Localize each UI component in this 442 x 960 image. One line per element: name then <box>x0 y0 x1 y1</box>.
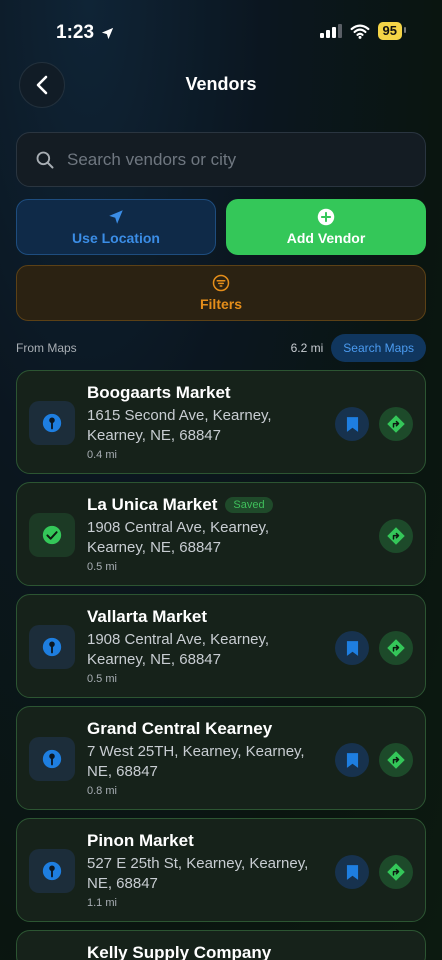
section-header: From Maps 6.2 mi Search Maps <box>16 334 426 362</box>
directions-button[interactable] <box>379 743 413 777</box>
vendor-card[interactable]: Pinon Market 527 E 25th St, Kearney, Kea… <box>16 818 426 922</box>
vendor-name: Boogaarts Market <box>87 383 231 402</box>
location-arrow-icon <box>109 210 123 224</box>
vendor-address: 7 West 25TH, Kearney, Kearney, NE, 68847 <box>87 743 305 780</box>
bookmark-button[interactable] <box>335 743 369 777</box>
vendor-actions <box>379 519 413 553</box>
vendor-actions <box>335 631 413 665</box>
vendor-distance: 0.8 mi <box>87 785 117 797</box>
vendor-address: 1908 Central Ave, Kearney, Kearney, NE, … <box>87 519 270 556</box>
cellular-signal-icon <box>319 24 342 38</box>
map-pin-icon <box>42 749 62 769</box>
directions-icon <box>387 527 405 545</box>
filter-icon <box>212 274 230 292</box>
vendor-pin <box>29 849 75 893</box>
vendor-address: 527 E 25th St, Kearney, Kearney, NE, 688… <box>87 855 309 892</box>
vendor-name: La Unica Market <box>87 495 218 514</box>
vendor-distance: 0.4 mi <box>87 449 117 461</box>
vendor-info: Vallarta Market 1908 Central Ave, Kearne… <box>87 607 325 685</box>
vendor-list: Boogaarts Market 1615 Second Ave, Kearne… <box>16 370 426 960</box>
vendor-name-row: Vallarta Market <box>87 607 325 627</box>
vendor-name-row: Grand Central Kearney <box>87 719 325 739</box>
directions-icon <box>387 415 405 433</box>
bookmark-icon <box>346 640 358 656</box>
bookmark-icon <box>346 416 358 432</box>
add-vendor-button[interactable]: Add Vendor <box>226 199 426 255</box>
directions-button[interactable] <box>379 855 413 889</box>
map-pin-icon <box>42 413 62 433</box>
vendor-name: Vallarta Market <box>87 607 208 626</box>
saved-badge: Saved <box>225 497 273 513</box>
vendor-info: Pinon Market 527 E 25th St, Kearney, Kea… <box>87 831 325 909</box>
directions-button[interactable] <box>379 519 413 553</box>
vendor-distance: 0.5 mi <box>87 561 117 573</box>
vendor-name-row: Kelly Supply Company <box>87 943 325 960</box>
vendor-info: Boogaarts Market 1615 Second Ave, Kearne… <box>87 383 325 461</box>
search-icon <box>36 151 54 168</box>
vendor-distance: 0.5 mi <box>87 673 117 685</box>
vendor-name-row: Pinon Market <box>87 831 325 851</box>
status-bar: 1:23 95 <box>0 0 442 60</box>
directions-icon <box>387 639 405 657</box>
vendor-address: 1908 Central Ave, Kearney, Kearney, NE, … <box>87 631 270 668</box>
vendor-info: Kelly Supply Company <box>87 943 325 960</box>
vendor-name-row: Boogaarts Market <box>87 383 325 403</box>
vendor-card[interactable]: Boogaarts Market 1615 Second Ave, Kearne… <box>16 370 426 474</box>
directions-icon <box>387 863 405 881</box>
status-indicators: 95 <box>319 22 407 40</box>
vendor-address: 1615 Second Ave, Kearney, Kearney, NE, 6… <box>87 407 272 444</box>
plus-circle-icon <box>317 208 335 226</box>
use-location-button[interactable]: Use Location <box>16 199 216 255</box>
vendor-name: Pinon Market <box>87 831 194 850</box>
vendor-actions <box>335 407 413 441</box>
directions-icon <box>387 751 405 769</box>
vendor-info: Grand Central Kearney 7 West 25TH, Kearn… <box>87 719 325 797</box>
vendor-actions <box>335 743 413 777</box>
vendor-info: La Unica Market Saved 1908 Central Ave, … <box>87 495 325 573</box>
time-text: 1:23 <box>56 22 95 43</box>
bookmark-button[interactable] <box>335 631 369 665</box>
search-radius: 6.2 mi <box>290 341 324 355</box>
add-vendor-label: Add Vendor <box>286 230 366 246</box>
nav-bar: Vendors <box>0 62 442 108</box>
map-pin-icon <box>42 637 62 657</box>
vendor-card[interactable]: La Unica Market Saved 1908 Central Ave, … <box>16 482 426 586</box>
vendor-card[interactable]: Grand Central Kearney 7 West 25TH, Kearn… <box>16 706 426 810</box>
search-bar[interactable] <box>16 132 426 187</box>
vendor-actions <box>335 855 413 889</box>
filters-label: Filters <box>199 296 242 312</box>
vendor-name-row: La Unica Market Saved <box>87 495 325 515</box>
status-time: 1:23 <box>56 22 115 44</box>
use-location-label: Use Location <box>72 230 160 246</box>
search-input[interactable] <box>67 149 425 170</box>
check-circle-icon <box>42 525 62 545</box>
section-label: From Maps <box>16 341 77 355</box>
map-pin-icon <box>42 861 62 881</box>
vendor-pin <box>29 737 75 781</box>
filters-button[interactable]: Filters <box>16 265 426 321</box>
vendor-card[interactable]: Kelly Supply Company <box>16 930 426 960</box>
vendor-saved-indicator <box>29 513 75 557</box>
vendor-name: Grand Central Kearney <box>87 719 273 738</box>
directions-button[interactable] <box>379 631 413 665</box>
search-maps-button[interactable]: Search Maps <box>331 334 426 362</box>
wifi-icon <box>350 24 369 39</box>
vendor-pin <box>29 401 75 445</box>
location-arrow-icon <box>101 27 114 39</box>
vendor-name: Kelly Supply Company <box>87 943 272 960</box>
battery-indicator: 95 <box>377 22 407 40</box>
vendor-distance: 1.1 mi <box>87 897 117 909</box>
bookmark-button[interactable] <box>335 407 369 441</box>
page-title: Vendors <box>185 74 257 94</box>
bookmark-icon <box>346 752 358 768</box>
vendor-card[interactable]: Vallarta Market 1908 Central Ave, Kearne… <box>16 594 426 698</box>
directions-button[interactable] <box>379 407 413 441</box>
vendor-pin <box>29 625 75 669</box>
bookmark-button[interactable] <box>335 855 369 889</box>
bookmark-icon <box>346 864 358 880</box>
